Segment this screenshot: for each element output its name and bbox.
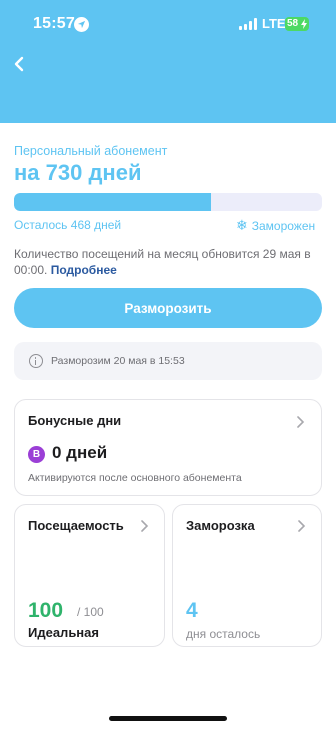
freeze-card-title: Заморозка [186, 518, 255, 533]
status-bar: 15:57 LTE 58 [0, 0, 336, 50]
bonus-badge-icon: B [28, 446, 45, 463]
attendance-value: 100 [28, 599, 64, 622]
bonus-card-title: Бонусные дни [28, 413, 122, 428]
bonus-days-card[interactable]: Бонусные дни B 0 дней Активируются после… [14, 399, 322, 496]
network-type: LTE [262, 16, 286, 31]
header: 15:57 LTE 58 [0, 0, 336, 123]
home-indicator[interactable] [109, 716, 227, 721]
freeze-days-value: 4 [186, 599, 198, 622]
bonus-days-value: 0 дней [52, 443, 108, 462]
subscription-progress-bar [14, 193, 322, 211]
unfreeze-button[interactable]: Разморозить [14, 288, 322, 328]
more-link[interactable]: Подробнее [51, 263, 117, 277]
visits-note: Количество посещений на месяц обновится … [14, 246, 326, 278]
chevron-right-icon [298, 520, 306, 532]
cellular-signal-icon [239, 18, 257, 30]
attendance-card-title: Посещаемость [28, 518, 124, 533]
attendance-max: / 100 [77, 605, 104, 619]
subscription-title: на 730 дней [14, 160, 142, 185]
battery-icon: 58 [285, 17, 309, 31]
attendance-card[interactable]: Посещаемость 100 / 100 Идеальная [14, 504, 165, 647]
freeze-card[interactable]: Заморозка 4 дня осталось [172, 504, 322, 647]
info-icon [29, 354, 43, 368]
status-time: 15:57 [33, 15, 75, 32]
unfreeze-info-text: Разморозим 20 мая в 15:53 [51, 355, 185, 367]
battery-level: 58 [287, 18, 299, 29]
chevron-right-icon [141, 520, 149, 532]
snowflake-icon: ❄ [236, 217, 248, 233]
frozen-status: ❄ Заморожен [236, 217, 315, 234]
bonus-caption: Активируются после основного абонемента [28, 472, 242, 484]
unfreeze-info-banner: Разморозим 20 мая в 15:53 [14, 342, 322, 380]
chevron-right-icon [297, 416, 305, 428]
frozen-label: Заморожен [251, 219, 316, 233]
days-remaining: Осталось 468 дней [14, 218, 122, 232]
freeze-days-label: дня осталось [186, 627, 261, 641]
attendance-label: Идеальная [28, 625, 99, 640]
subscription-subtitle: Персональный абонемент [14, 144, 168, 158]
progress-fill [14, 193, 212, 211]
location-arrow-icon [74, 17, 89, 32]
back-chevron-icon[interactable] [8, 52, 32, 76]
